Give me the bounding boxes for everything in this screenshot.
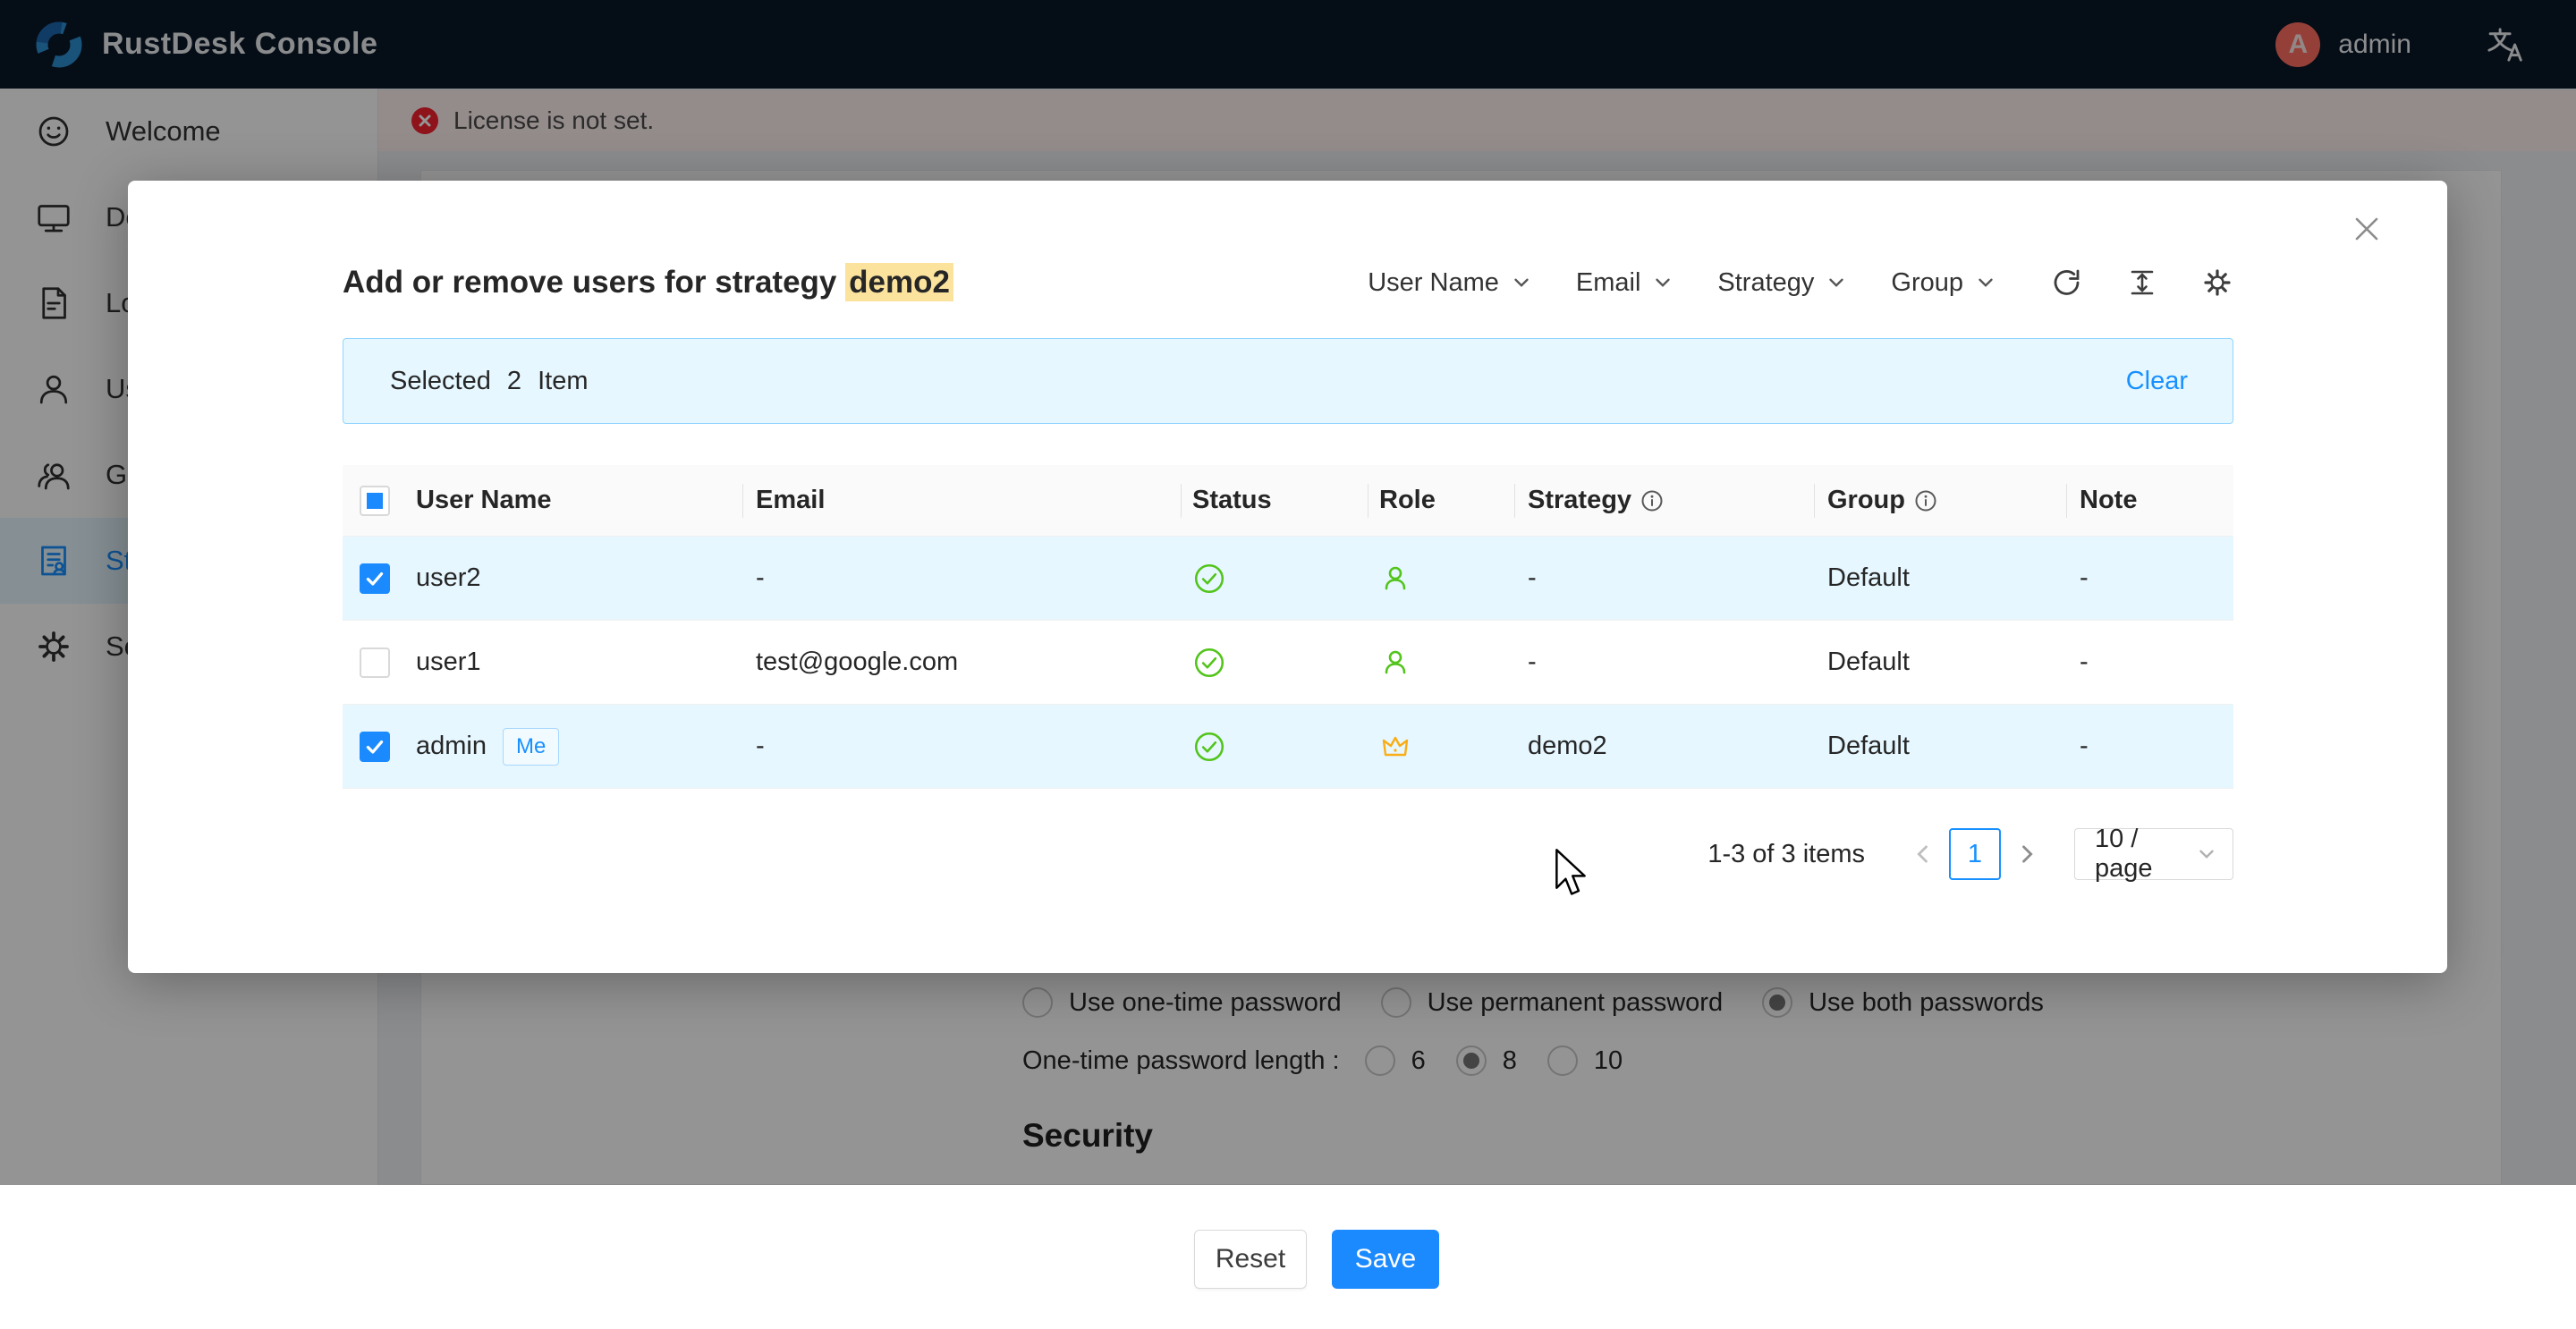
column-header-strategy[interactable]: Strategy bbox=[1515, 465, 1815, 537]
crown-icon bbox=[1379, 731, 1411, 763]
table-row[interactable]: admin Me - demo2 Default - bbox=[343, 705, 2233, 789]
footer-bar: Reset Save bbox=[0, 1185, 2576, 1329]
column-header-email[interactable]: Email bbox=[743, 465, 1182, 537]
row-checkbox[interactable] bbox=[360, 563, 390, 594]
filter-label: Email bbox=[1576, 268, 1641, 298]
info-icon bbox=[1640, 489, 1664, 512]
filter-label: Strategy bbox=[1717, 268, 1814, 298]
screen: RustDesk Console A admin We bbox=[0, 0, 2576, 1329]
prev-page-icon[interactable] bbox=[1910, 841, 1936, 868]
note-cell: - bbox=[2067, 563, 2233, 593]
chevron-down-icon bbox=[1651, 271, 1674, 294]
table-row[interactable]: user1 test@google.com - Default - bbox=[343, 621, 2233, 705]
column-header-status[interactable]: Status bbox=[1182, 465, 1368, 537]
chevron-down-icon bbox=[2195, 842, 2218, 866]
strategy-cell: - bbox=[1528, 648, 1537, 677]
next-page-icon[interactable] bbox=[2013, 841, 2040, 868]
selection-banner: Selected 2 Item Clear bbox=[343, 338, 2233, 424]
note-cell: - bbox=[2067, 732, 2233, 761]
page-size-select[interactable]: 10 / page bbox=[2074, 828, 2233, 880]
user-role-icon bbox=[1379, 563, 1411, 595]
filter-user-name[interactable]: User Name bbox=[1368, 268, 1533, 298]
user-name-cell: user1 bbox=[416, 648, 481, 677]
filter-group[interactable]: Group bbox=[1891, 268, 1997, 298]
row-checkbox[interactable] bbox=[360, 732, 390, 762]
pagination-total: 1-3 of 3 items bbox=[1707, 840, 1865, 869]
strategy-cell: demo2 bbox=[1528, 732, 1607, 761]
modal-title: Add or remove users for strategy demo2 bbox=[343, 265, 953, 301]
note-cell: - bbox=[2067, 648, 2233, 677]
column-header-note[interactable]: Note bbox=[2067, 465, 2233, 537]
email-cell: - bbox=[743, 732, 1182, 761]
selection-count: Selected 2 Item bbox=[390, 367, 589, 396]
close-icon[interactable] bbox=[2351, 213, 2383, 245]
email-cell: test@google.com bbox=[743, 648, 1182, 677]
page-size-value: 10 / page bbox=[2095, 825, 2195, 884]
row-checkbox[interactable] bbox=[360, 648, 390, 678]
group-cell: Default bbox=[1815, 648, 2067, 677]
filter-bar: User Name Email Strategy bbox=[1325, 267, 2233, 299]
chevron-down-icon bbox=[1825, 271, 1848, 294]
group-cell: Default bbox=[1815, 563, 2067, 593]
pagination: 1-3 of 3 items 1 10 / page bbox=[1707, 826, 2233, 882]
email-cell: - bbox=[743, 563, 1182, 593]
strategy-name-highlight: demo2 bbox=[845, 263, 953, 301]
chevron-down-icon bbox=[1974, 271, 1997, 294]
page-number-button[interactable]: 1 bbox=[1949, 828, 2001, 880]
check-circle-icon bbox=[1192, 646, 1226, 680]
column-header-role[interactable]: Role bbox=[1368, 465, 1515, 537]
group-cell: Default bbox=[1815, 732, 2067, 761]
add-remove-users-modal: Add or remove users for strategy demo2 U… bbox=[128, 181, 2447, 973]
row-height-icon[interactable] bbox=[2126, 267, 2158, 299]
check-circle-icon bbox=[1192, 562, 1226, 596]
table-row[interactable]: user2 - - Default - bbox=[343, 537, 2233, 621]
me-badge: Me bbox=[503, 728, 559, 766]
user-name-cell: user2 bbox=[416, 563, 481, 593]
filter-strategy[interactable]: Strategy bbox=[1717, 268, 1848, 298]
clear-selection-link[interactable]: Clear bbox=[2126, 367, 2188, 396]
strategy-cell: - bbox=[1528, 563, 1537, 593]
chevron-down-icon bbox=[1510, 271, 1533, 294]
column-header-user-name[interactable]: User Name bbox=[407, 465, 743, 537]
filter-email[interactable]: Email bbox=[1576, 268, 1675, 298]
check-circle-icon bbox=[1192, 730, 1226, 764]
reset-button[interactable]: Reset bbox=[1194, 1230, 1307, 1289]
gear-icon[interactable] bbox=[2201, 267, 2233, 299]
filter-label: Group bbox=[1891, 268, 1963, 298]
user-role-icon bbox=[1379, 647, 1411, 679]
table-header: User Name Email Status Role Strategy Gro… bbox=[343, 465, 2233, 537]
select-all-checkbox[interactable] bbox=[360, 486, 390, 516]
filter-label: User Name bbox=[1368, 268, 1499, 298]
refresh-icon[interactable] bbox=[2051, 267, 2083, 299]
info-icon bbox=[1914, 489, 1937, 512]
save-button[interactable]: Save bbox=[1332, 1230, 1439, 1289]
column-header-group[interactable]: Group bbox=[1815, 465, 2067, 537]
users-table: User Name Email Status Role Strategy Gro… bbox=[343, 465, 2233, 789]
user-name-cell: admin bbox=[416, 732, 487, 761]
